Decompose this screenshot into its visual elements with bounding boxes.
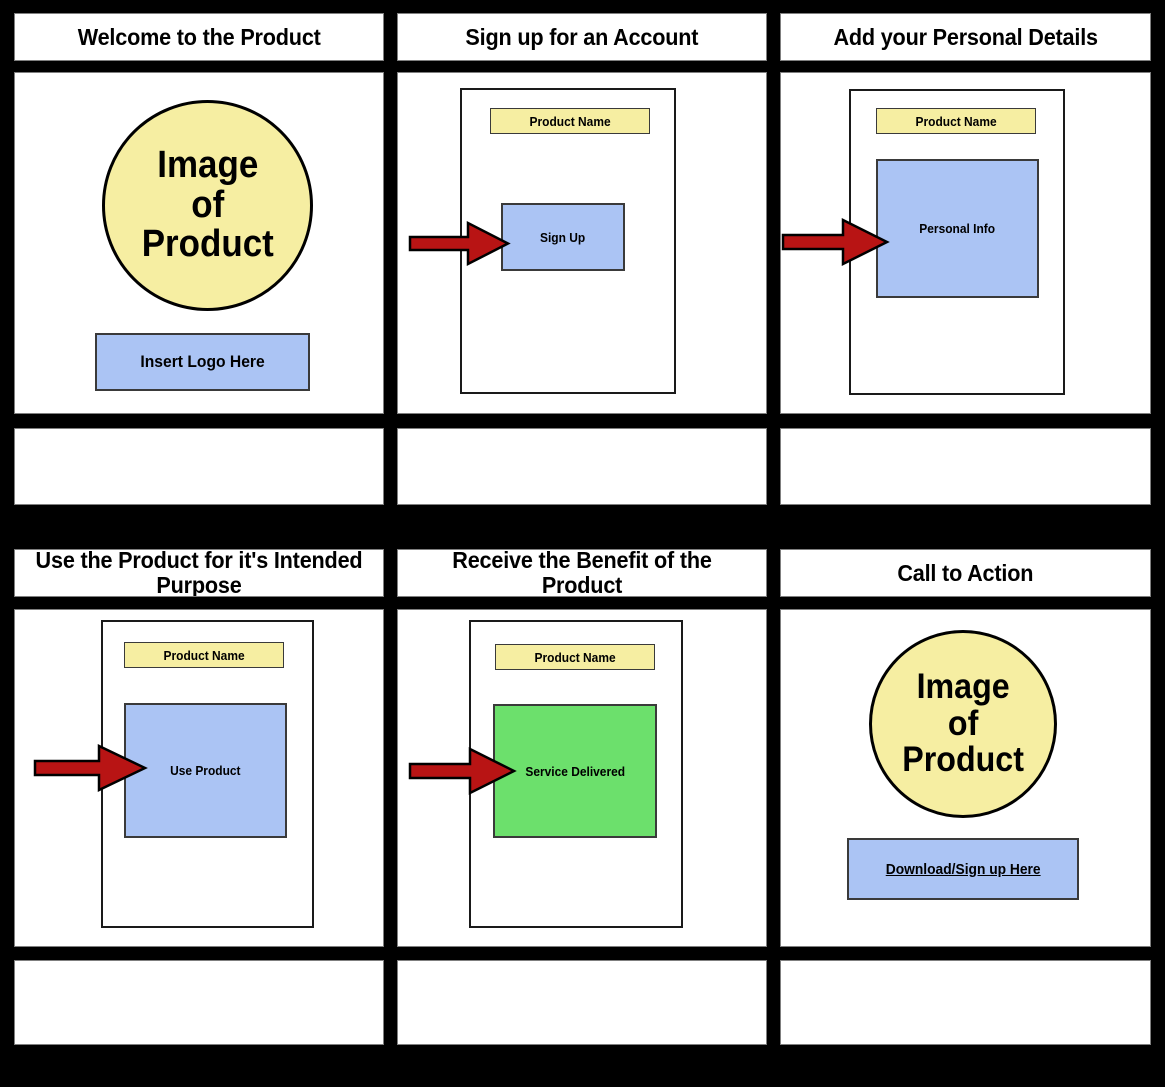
storyboard: Welcome to the Product Sign up for an Ac… [0,0,1165,1087]
pointer-arrow-icon [781,217,891,267]
panel-5-title: Receive the Benefit of the Product [397,549,767,597]
use-product-button-label: Use Product [170,763,241,778]
panel-4-title: Use the Product for it's Intended Purpos… [14,549,384,597]
panel-3-art: Product Name Personal Info [780,72,1151,414]
panel-6-title-text: Call to Action [897,559,1034,586]
panel-1-title-text: Welcome to the Product [77,23,321,50]
product-image-circle: Image of Product [869,630,1057,818]
panel-1-art: Image of Product Insert Logo Here [14,72,384,414]
circle-line-1: Image [156,144,259,187]
panel-5-art: Product Name Service Delivered [397,609,767,947]
panel-2-caption[interactable] [397,428,767,505]
product-name-bar: Product Name [495,644,655,670]
panel-6-title: Call to Action [780,549,1151,597]
product-name-bar-label: Product Name [915,113,997,129]
insert-logo-button-label: Insert Logo Here [140,352,265,371]
circle-line-2: of [947,703,979,743]
panel-4-caption[interactable] [14,960,384,1045]
pointer-arrow-icon [33,744,149,792]
circle-line-3: Product [141,223,274,266]
product-image-circle-label: Image of Product [902,667,1024,780]
personal-info-field[interactable]: Personal Info [876,159,1039,298]
panel-1-caption[interactable] [14,428,384,505]
panel-2-title-text: Sign up for an Account [465,23,699,50]
panel-6-art: Image of Product Download/Sign up Here [780,609,1151,947]
panel-2-title: Sign up for an Account [397,13,767,61]
panel-5-caption[interactable] [397,960,767,1045]
circle-line-1: Image [916,667,1010,707]
product-name-bar-label: Product Name [529,113,611,129]
panel-3-title: Add your Personal Details [780,13,1151,61]
circle-line-3: Product [902,740,1024,780]
service-delivered-box-label: Service Delivered [525,763,625,779]
pointer-arrow-icon [408,746,518,796]
product-name-bar: Product Name [490,108,650,134]
product-name-bar: Product Name [876,108,1036,134]
product-name-bar-label: Product Name [534,649,616,665]
insert-logo-button[interactable]: Insert Logo Here [95,333,310,391]
panel-3-caption[interactable] [780,428,1151,505]
sign-up-button-label: Sign Up [540,229,586,245]
product-name-bar: Product Name [124,642,284,668]
download-signup-link-button[interactable]: Download/Sign up Here [847,838,1079,900]
panel-4-title-text: Use the Product for it's Intended Purpos… [35,549,363,597]
circle-line-2: of [190,183,225,226]
product-image-circle-label: Image of Product [141,146,273,265]
panel-5-title-text: Receive the Benefit of the Product [452,549,712,597]
product-image-circle: Image of Product [102,100,313,311]
pointer-arrow-icon [408,220,512,267]
product-name-bar-label: Product Name [163,647,245,663]
download-signup-link-label: Download/Sign up Here [885,860,1041,878]
panel-3-title-text: Add your Personal Details [833,23,1098,50]
sign-up-button[interactable]: Sign Up [501,203,625,271]
panel-6-caption[interactable] [780,960,1151,1045]
personal-info-field-label: Personal Info [919,221,996,236]
panel-2-art: Product Name Sign Up [397,72,767,414]
panel-1-title: Welcome to the Product [14,13,384,61]
panel-4-art: Product Name Use Product [14,609,384,947]
